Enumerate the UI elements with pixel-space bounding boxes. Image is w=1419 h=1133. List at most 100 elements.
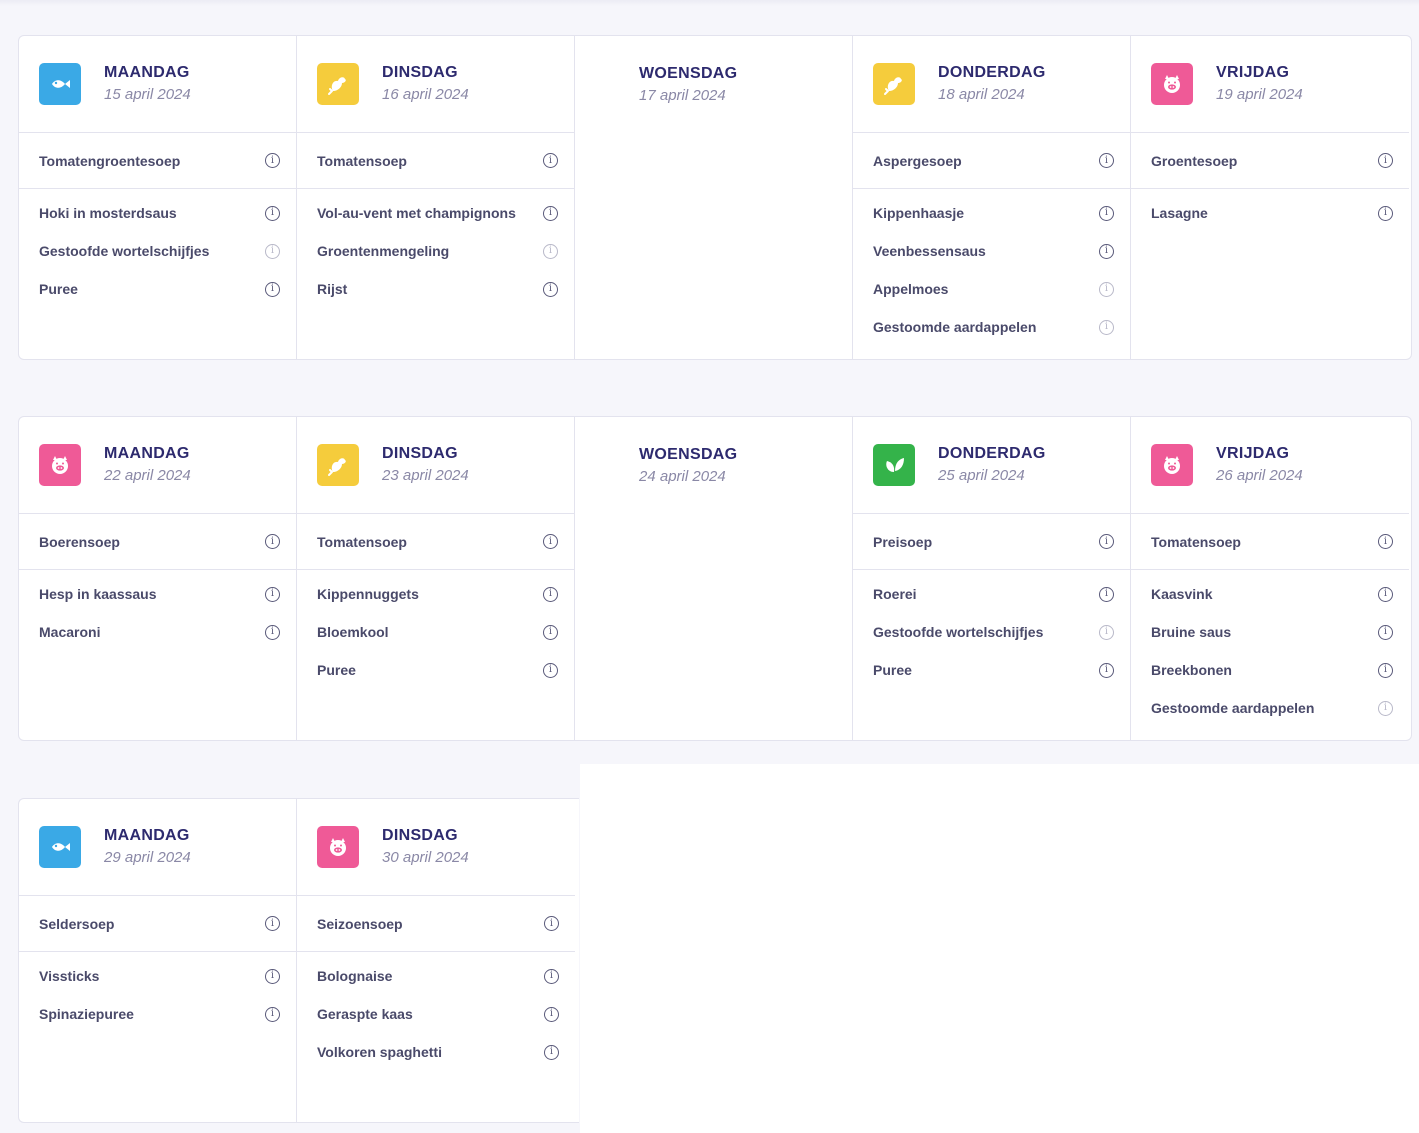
menu-item-label: Geraspte kaas bbox=[317, 1006, 413, 1022]
info-icon[interactable]: i bbox=[543, 281, 558, 297]
info-icon[interactable]: i bbox=[1099, 243, 1114, 259]
info-icon[interactable]: i bbox=[1378, 586, 1393, 602]
info-icon[interactable]: i bbox=[543, 153, 558, 168]
day-heading: WOENSDAG 17 april 2024 bbox=[639, 64, 737, 106]
day-name: MAANDAG bbox=[104, 827, 190, 844]
soup-row: Tomatensoep i bbox=[1131, 514, 1409, 570]
menu-item-label: Appelmoes bbox=[873, 281, 949, 297]
info-icon[interactable]: i bbox=[543, 534, 558, 549]
meal-type-badge bbox=[39, 826, 81, 868]
menu-item: Roerei i bbox=[853, 575, 1130, 613]
day-name: DINSDAG bbox=[382, 827, 458, 844]
week-menu-card: MAANDAG 15 april 2024 Tomatengroentesoep i H… bbox=[18, 35, 1412, 360]
main-course-list: Kippenhaasje i Veenbessensaus i Appelmoes i Ge… bbox=[853, 189, 1130, 346]
soup-row: Seldersoep i bbox=[19, 896, 296, 952]
day-column: WOENSDAG 24 april 2024 bbox=[575, 417, 853, 740]
main-course-list: Kippennuggets i Bloemkool i Puree i bbox=[297, 570, 574, 689]
info-icon[interactable]: i bbox=[1099, 281, 1114, 297]
day-heading: MAANDAG 22 april 2024 bbox=[104, 444, 191, 486]
info-icon[interactable]: i bbox=[1099, 662, 1114, 678]
info-icon[interactable]: i bbox=[1378, 153, 1393, 168]
info-icon[interactable]: i bbox=[1099, 534, 1114, 549]
info-icon[interactable]: i bbox=[1099, 624, 1114, 640]
info-icon[interactable]: i bbox=[543, 662, 558, 678]
info-icon[interactable]: i bbox=[1099, 586, 1114, 602]
menu-item-label: Gestoomde aardappelen bbox=[1151, 700, 1315, 716]
day-heading: WOENSDAG 24 april 2024 bbox=[639, 445, 737, 487]
menu-item: Lasagne i bbox=[1131, 194, 1409, 232]
fish-icon bbox=[47, 834, 73, 860]
info-icon[interactable]: i bbox=[265, 916, 280, 931]
info-icon[interactable]: i bbox=[543, 586, 558, 602]
day-column: MAANDAG 15 april 2024 Tomatengroentesoep i H… bbox=[19, 36, 297, 359]
main-course-list: Vissticks i Spinaziepuree i bbox=[19, 952, 296, 1033]
week-menu-card: MAANDAG 29 april 2024 Seldersoep i Vissticks… bbox=[18, 798, 579, 1123]
day-name: MAANDAG bbox=[104, 445, 190, 462]
menu-item-label: Bruine saus bbox=[1151, 624, 1232, 640]
info-icon[interactable]: i bbox=[265, 968, 280, 984]
menu-item-label: Puree bbox=[317, 662, 356, 678]
menu-item: Bloemkool i bbox=[297, 613, 574, 651]
day-date: 22 april 2024 bbox=[104, 467, 191, 484]
day-name: VRIJDAG bbox=[1216, 445, 1290, 462]
info-icon[interactable]: i bbox=[544, 1006, 559, 1022]
info-icon[interactable]: i bbox=[1378, 662, 1393, 678]
info-icon[interactable]: i bbox=[1378, 624, 1393, 640]
menu-item: Rijst i bbox=[297, 270, 574, 308]
day-name: MAANDAG bbox=[104, 64, 190, 81]
day-heading: MAANDAG 15 april 2024 bbox=[104, 63, 191, 105]
menu-item-label: Gestoofde wortelschijfjes bbox=[873, 624, 1044, 640]
soup-row: Seizoensoep i bbox=[297, 896, 575, 952]
info-icon[interactable]: i bbox=[1378, 205, 1393, 221]
meal-type-badge bbox=[873, 444, 915, 486]
info-icon[interactable]: i bbox=[265, 624, 280, 640]
day-date: 18 april 2024 bbox=[938, 86, 1025, 103]
meal-type-badge bbox=[39, 63, 81, 105]
day-date: 25 april 2024 bbox=[938, 467, 1025, 484]
soup-row: Tomatengroentesoep i bbox=[19, 133, 296, 189]
info-icon[interactable]: i bbox=[265, 534, 280, 549]
info-icon[interactable]: i bbox=[265, 586, 280, 602]
soup-label: Aspergesoep bbox=[873, 152, 962, 169]
day-date: 26 april 2024 bbox=[1216, 467, 1303, 484]
info-icon[interactable]: i bbox=[543, 624, 558, 640]
menu-item-label: Hesp in kaassaus bbox=[39, 586, 157, 602]
info-icon[interactable]: i bbox=[265, 205, 280, 221]
info-icon[interactable]: i bbox=[543, 205, 558, 221]
info-icon[interactable]: i bbox=[1378, 534, 1393, 549]
menu-item-label: Macaroni bbox=[39, 624, 101, 640]
soup-label: Groentesoep bbox=[1151, 152, 1238, 169]
menu-item: Puree i bbox=[297, 651, 574, 689]
chicken-icon bbox=[881, 71, 907, 97]
info-icon[interactable]: i bbox=[1099, 319, 1114, 335]
menu-item-label: Bolognaise bbox=[317, 968, 393, 984]
top-shadow bbox=[0, 0, 1419, 6]
day-name: DONDERDAG bbox=[938, 64, 1046, 81]
soup-row: Groentesoep i bbox=[1131, 133, 1409, 189]
menu-item: Bruine saus i bbox=[1131, 613, 1409, 651]
leaf-icon bbox=[881, 452, 907, 478]
info-icon[interactable]: i bbox=[544, 1044, 559, 1060]
info-icon[interactable]: i bbox=[543, 243, 558, 259]
day-column: DINSDAG 16 april 2024 Tomatensoep i Vol-au-v… bbox=[297, 36, 575, 359]
menu-item: Puree i bbox=[19, 270, 296, 308]
day-column: DONDERDAG 25 april 2024 Preisoep i Roerei i Ge… bbox=[853, 417, 1131, 740]
day-heading: DONDERDAG 25 april 2024 bbox=[938, 444, 1046, 486]
day-header: DONDERDAG 25 april 2024 bbox=[853, 417, 1130, 514]
day-column: DINSDAG 23 april 2024 Tomatensoep i Kippennu… bbox=[297, 417, 575, 740]
soup-row: Preisoep i bbox=[853, 514, 1130, 570]
soup-label: Tomatensoep bbox=[317, 533, 407, 550]
meal-type-badge bbox=[873, 63, 915, 105]
info-icon[interactable]: i bbox=[265, 243, 280, 259]
main-course-list: Hesp in kaassaus i Macaroni i bbox=[19, 570, 296, 651]
info-icon[interactable]: i bbox=[1099, 153, 1114, 168]
info-icon[interactable]: i bbox=[544, 968, 559, 984]
info-icon[interactable]: i bbox=[265, 1006, 280, 1022]
info-icon[interactable]: i bbox=[1378, 700, 1393, 716]
info-icon[interactable]: i bbox=[265, 153, 280, 168]
info-icon[interactable]: i bbox=[1099, 205, 1114, 221]
meal-type-badge bbox=[1151, 63, 1193, 105]
chicken-icon bbox=[325, 452, 351, 478]
info-icon[interactable]: i bbox=[544, 916, 559, 931]
info-icon[interactable]: i bbox=[265, 281, 280, 297]
